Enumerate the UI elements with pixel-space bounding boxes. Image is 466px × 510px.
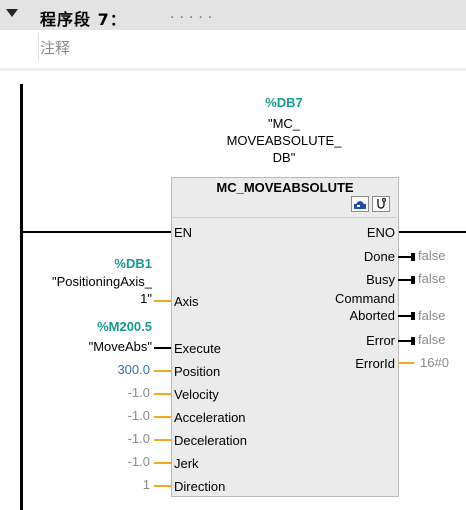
- axis-tag-line: "PositioningAxis_: [51, 274, 152, 289]
- instance-db-name[interactable]: "MC_ MOVEABSOLUTE_ DB": [219, 115, 349, 166]
- eno-connection-wire: [398, 231, 466, 233]
- pin-acceleration: Acceleration: [174, 410, 246, 425]
- axis-address[interactable]: %DB1: [114, 256, 152, 271]
- collapse-arrow-icon[interactable]: [6, 9, 18, 17]
- deceleration-wire: [154, 439, 171, 441]
- instance-db-name-line: DB": [272, 150, 296, 165]
- direction-wire: [154, 485, 171, 487]
- pin-eno: ENO: [366, 225, 395, 240]
- acceleration-value[interactable]: -1.0: [80, 408, 150, 423]
- pin-execute: Execute: [174, 341, 221, 356]
- pin-en: EN: [174, 225, 193, 240]
- pin-deceleration: Deceleration: [174, 433, 247, 448]
- busy-wire: [398, 279, 412, 281]
- command-aborted-wire-end: [411, 312, 415, 320]
- axis-tag-line: 1": [140, 291, 152, 306]
- instance-db-name-line: "MC_: [267, 116, 301, 131]
- block-title: MC_MOVEABSOLUTE: [216, 180, 354, 195]
- network-title: 程序段 7：: [40, 10, 127, 29]
- done-wire: [398, 256, 412, 258]
- error-id-value[interactable]: 16#0: [420, 355, 449, 370]
- command-aborted-wire: [398, 315, 412, 317]
- execute-tag[interactable]: "MoveAbs": [40, 339, 152, 354]
- block-view-icon[interactable]: [351, 196, 369, 212]
- execute-wire: [154, 347, 171, 349]
- pin-error-id: ErrorId: [355, 356, 395, 371]
- execute-address[interactable]: %M200.5: [97, 319, 152, 334]
- pin-command-aborted-line2: Aborted: [349, 308, 395, 323]
- pin-done: Done: [363, 249, 395, 264]
- en-connection-wire: [23, 231, 171, 233]
- instance-db-address[interactable]: %DB7: [229, 95, 339, 110]
- done-wire-end: [411, 253, 415, 261]
- error-wire-end: [411, 337, 415, 345]
- pin-axis: Axis: [174, 294, 199, 309]
- pin-command-aborted: Command: [335, 291, 395, 306]
- axis-tag[interactable]: "PositioningAxis_ 1": [30, 273, 152, 307]
- header-separator: [0, 68, 466, 71]
- axis-wire: [154, 300, 171, 302]
- network-comment-field[interactable]: [38, 33, 466, 61]
- deceleration-value[interactable]: -1.0: [80, 431, 150, 446]
- instance-db-name-line: MOVEABSOLUTE_: [226, 133, 342, 148]
- pin-busy: Busy: [366, 272, 395, 287]
- velocity-value[interactable]: -1.0: [80, 385, 150, 400]
- busy-wire-end: [411, 276, 415, 284]
- error-id-wire: [398, 362, 414, 364]
- position-value[interactable]: 300.0: [80, 362, 150, 377]
- block-header-divider: [172, 217, 397, 218]
- network-title-placeholder[interactable]: .....: [170, 5, 217, 23]
- pin-velocity: Velocity: [174, 387, 219, 402]
- acceleration-wire: [154, 416, 171, 418]
- velocity-wire: [154, 393, 171, 395]
- block-monitor-icon[interactable]: [372, 196, 390, 212]
- pin-position: Position: [174, 364, 221, 379]
- pin-jerk: Jerk: [174, 456, 199, 471]
- network-comment[interactable]: 注释: [40, 37, 70, 58]
- done-value[interactable]: false: [418, 248, 445, 263]
- direction-value[interactable]: 1: [80, 477, 150, 492]
- power-rail: [20, 84, 23, 510]
- busy-value[interactable]: false: [418, 271, 445, 286]
- error-wire: [398, 340, 412, 342]
- jerk-wire: [154, 462, 171, 464]
- error-value[interactable]: false: [418, 332, 445, 347]
- command-aborted-value[interactable]: false: [418, 308, 445, 323]
- position-wire: [154, 370, 171, 372]
- pin-error: Error: [366, 333, 395, 348]
- jerk-value[interactable]: -1.0: [80, 454, 150, 469]
- pin-direction: Direction: [174, 479, 226, 494]
